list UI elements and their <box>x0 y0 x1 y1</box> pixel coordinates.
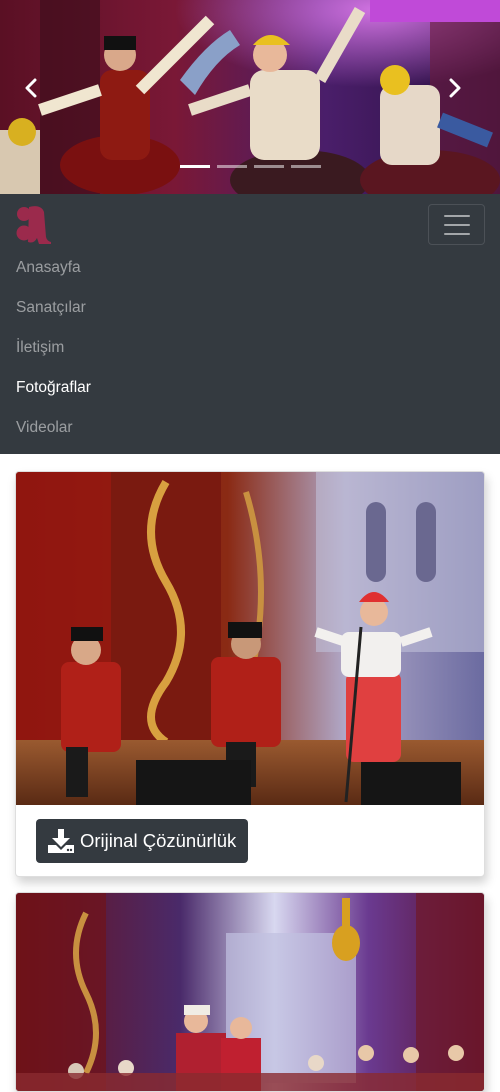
chevron-left-icon <box>25 78 37 98</box>
hamburger-line <box>443 232 470 235</box>
download-original-button[interactable]: Orijinal Çözünürlük <box>36 819 249 863</box>
download-icon <box>48 829 74 853</box>
download-original-label: Orijinal Çözünürlük <box>80 830 237 851</box>
carousel-indicator-2[interactable] <box>216 165 247 168</box>
main-navbar: Anasayfa Sanatçılar İletişim Fotoğraflar… <box>0 194 500 454</box>
brand-logo[interactable] <box>15 204 53 244</box>
hamburger-line <box>443 223 470 226</box>
gallery-photo[interactable] <box>16 893 485 1092</box>
carousel-prev-button[interactable] <box>24 78 52 114</box>
nav-link-videolar[interactable]: Videolar <box>16 412 91 452</box>
nav-link-sanatcilar[interactable]: Sanatçılar <box>16 292 91 332</box>
nav-link-iletisim[interactable]: İletişim <box>16 332 91 372</box>
carousel-next-button[interactable] <box>448 78 476 114</box>
hamburger-menu-icon <box>443 214 470 217</box>
navbar-toggler-button[interactable] <box>428 204 485 245</box>
carousel-indicators <box>0 165 500 168</box>
carousel-indicator-3[interactable] <box>253 165 284 168</box>
nav-menu: Anasayfa Sanatçılar İletişim Fotoğraflar… <box>16 252 91 452</box>
carousel-indicator-4[interactable] <box>290 165 321 168</box>
nav-link-fotograflar[interactable]: Fotoğraflar <box>16 372 91 412</box>
nav-link-anasayfa[interactable]: Anasayfa <box>16 252 91 292</box>
gallery-photo[interactable] <box>16 472 485 805</box>
hero-carousel[interactable] <box>0 0 500 194</box>
photo-card <box>15 892 485 1092</box>
chevron-right-icon <box>449 78 461 98</box>
photo-card: Orijinal Çözünürlük <box>15 471 485 877</box>
photo-card-footer: Orijinal Çözünürlük <box>16 805 484 876</box>
a-letter-logo <box>16 206 51 244</box>
photo-gallery: Orijinal Çözünürlük <box>0 454 500 1092</box>
carousel-indicator-1[interactable] <box>179 165 210 168</box>
